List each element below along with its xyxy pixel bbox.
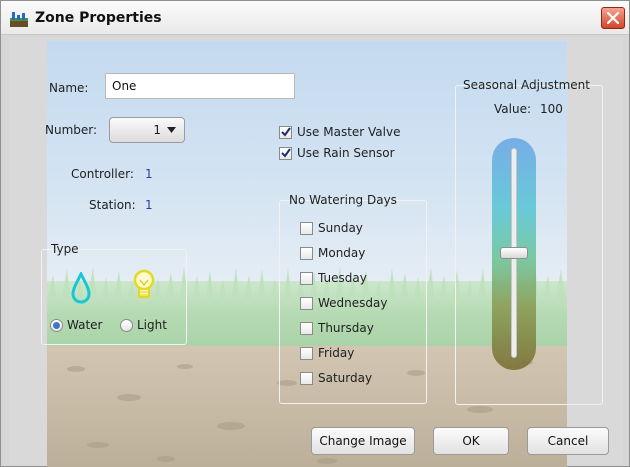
no-watering-days-group: No Watering Days Sunday Monday Tuesday W…: [279, 193, 427, 404]
day-thursday-label: Thursday: [318, 321, 374, 335]
close-button[interactable]: [601, 7, 625, 29]
day-monday-box[interactable]: [300, 246, 313, 260]
light-bulb-icon: [132, 268, 156, 309]
seasonal-adjustment-title: Seasonal Adjustment: [463, 78, 590, 92]
station-value: 1: [145, 198, 153, 212]
number-label: Number:: [45, 123, 98, 137]
name-input[interactable]: [105, 73, 295, 99]
controller-value: 1: [145, 167, 153, 181]
day-saturday-label: Saturday: [318, 371, 373, 385]
use-master-valve-checkbox[interactable]: Use Master Valve: [279, 125, 400, 139]
day-wednesday-box[interactable]: [300, 296, 313, 310]
checkmark-icon: [280, 127, 291, 137]
use-rain-sensor-checkbox[interactable]: Use Rain Sensor: [279, 146, 395, 160]
seasonal-value-label: Value:: [494, 102, 531, 116]
day-saturday-checkbox[interactable]: Saturday: [300, 371, 372, 385]
checkmark-icon: [280, 148, 291, 158]
day-sunday-label: Sunday: [318, 221, 363, 235]
day-sunday-checkbox[interactable]: Sunday: [300, 221, 363, 235]
water-drop-icon: [70, 270, 92, 307]
master-valve-check-box[interactable]: [279, 125, 292, 139]
cancel-button[interactable]: Cancel: [527, 427, 609, 455]
station-label: Station:: [89, 198, 136, 212]
use-rain-sensor-label: Use Rain Sensor: [297, 146, 395, 160]
day-sunday-box[interactable]: [300, 221, 313, 235]
seasonal-slider-thumb[interactable]: [500, 247, 528, 259]
day-thursday-box[interactable]: [300, 321, 313, 335]
day-wednesday-checkbox[interactable]: Wednesday: [300, 296, 387, 310]
seasonal-value: 100: [540, 102, 563, 116]
day-tuesday-label: Tuesday: [318, 271, 367, 285]
radio-light-label: Light: [137, 318, 167, 332]
change-image-button[interactable]: Change Image: [311, 427, 415, 455]
day-monday-label: Monday: [318, 246, 366, 260]
title-bar[interactable]: Zone Properties: [1, 1, 629, 35]
radio-light-button[interactable]: [120, 318, 133, 332]
close-icon: [607, 12, 619, 24]
zone-properties-window: Zone Properties Name: One Number: 1 Cont…: [0, 0, 630, 467]
chevron-down-icon: [167, 127, 176, 133]
seasonal-adjustment-group: Seasonal Adjustment Value: 100: [455, 78, 603, 405]
use-master-valve-label: Use Master Valve: [297, 125, 401, 139]
day-saturday-box[interactable]: [300, 371, 313, 385]
no-watering-days-title: No Watering Days: [289, 193, 397, 207]
controller-label: Controller:: [71, 167, 134, 181]
rain-sensor-check-box[interactable]: [279, 146, 292, 160]
radio-water-label: Water: [67, 318, 103, 332]
day-monday-checkbox[interactable]: Monday: [300, 246, 365, 260]
radio-water-button[interactable]: [50, 318, 63, 332]
radio-water[interactable]: Water: [50, 318, 102, 332]
number-dropdown[interactable]: 1: [109, 117, 185, 143]
app-icon: [9, 9, 29, 29]
name-label: Name:: [49, 81, 89, 95]
day-wednesday-label: Wednesday: [318, 296, 388, 310]
day-tuesday-checkbox[interactable]: Tuesday: [300, 271, 367, 285]
window-title: Zone Properties: [35, 10, 162, 26]
ok-button[interactable]: OK: [433, 427, 509, 455]
radio-light[interactable]: Light: [120, 318, 167, 332]
type-group-title: Type: [51, 242, 79, 256]
day-thursday-checkbox[interactable]: Thursday: [300, 321, 374, 335]
type-group: Type Water Light: [41, 242, 187, 345]
day-friday-checkbox[interactable]: Friday: [300, 346, 354, 360]
day-tuesday-box[interactable]: [300, 271, 313, 285]
dialog-body: Name: Number: 1 Controller: 1 Station: 1…: [9, 37, 623, 467]
day-friday-label: Friday: [318, 346, 355, 360]
day-friday-box[interactable]: [300, 346, 313, 360]
number-value: 1: [153, 123, 161, 137]
